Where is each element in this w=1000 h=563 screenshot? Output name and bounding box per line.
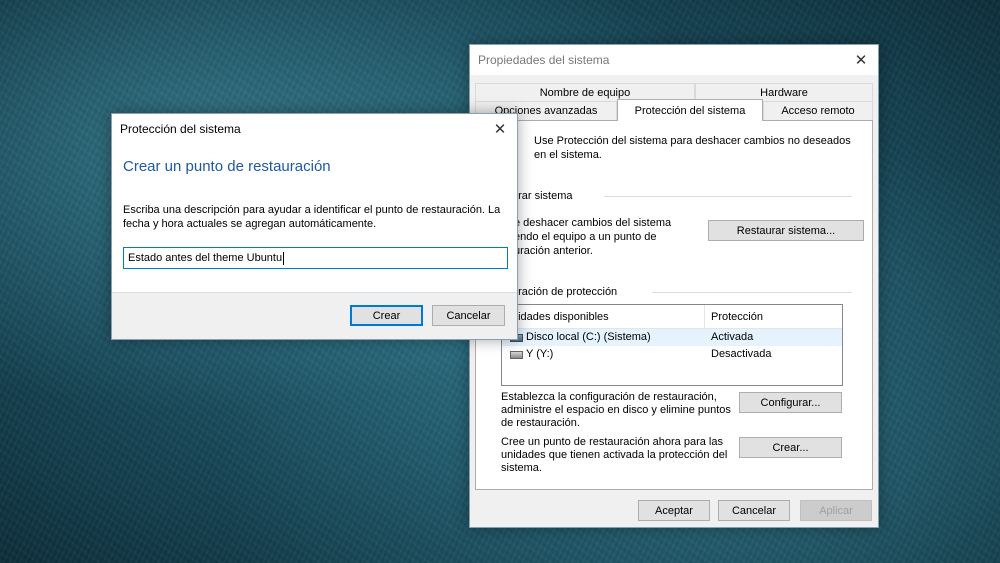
system-protection-panel: Use Protección del sistema para deshacer… <box>475 120 873 490</box>
drives-list-header: nidades disponibles Protección <box>502 305 842 329</box>
text-caret <box>283 251 285 265</box>
dialog-title: Protección del sistema <box>120 122 241 136</box>
create-description: Cree un punto de restauración ahora para… <box>501 436 728 474</box>
tab-acceso-remoto[interactable]: Acceso remoto <box>763 101 873 120</box>
drive-row-y[interactable]: Y (Y:) Desactivada <box>502 346 842 363</box>
configure-button[interactable]: Configurar... <box>739 392 842 413</box>
dialog-description: Escriba una descripción para ayudar a id… <box>123 204 501 230</box>
restore-point-description-input[interactable]: Estado antes del theme Ubuntu <box>123 247 508 269</box>
column-available-drives[interactable]: nidades disponibles <box>512 311 609 323</box>
protection-group-label: uración de protección <box>512 286 618 298</box>
protection-group-divider <box>652 292 852 293</box>
restore-group-label: urar sistema <box>512 190 573 202</box>
configure-description: Establezca la configuración de restaurac… <box>501 391 731 429</box>
restore-description: e deshacer cambios del sistema endo el e… <box>514 217 672 257</box>
removable-drive-icon <box>510 351 523 359</box>
system-properties-titlebar: Propiedades del sistema ✕ <box>470 45 878 75</box>
intro-text: Use Protección del sistema para deshacer… <box>534 135 851 161</box>
close-icon[interactable]: ✕ <box>844 45 878 75</box>
restore-group-divider <box>604 196 852 197</box>
restore-system-button[interactable]: Restaurar sistema... <box>708 220 864 241</box>
drive-row-c[interactable]: Disco local (C:) (Sistema) Activada <box>502 329 842 346</box>
ok-button[interactable]: Aceptar <box>638 500 710 521</box>
dialog-heading: Crear un punto de restauración <box>123 158 331 175</box>
dialog-footer: Crear Cancelar <box>112 292 517 339</box>
dialog-body: Crear un punto de restauración Escriba u… <box>112 144 517 292</box>
drives-list[interactable]: nidades disponibles Protección Disco loc… <box>501 304 843 386</box>
system-properties-title: Propiedades del sistema <box>478 53 610 67</box>
close-icon[interactable]: ✕ <box>483 114 517 144</box>
dialog-titlebar: Protección del sistema ✕ <box>112 114 517 144</box>
cancel-button[interactable]: Cancelar <box>718 500 790 521</box>
system-properties-window: Propiedades del sistema ✕ Nombre de equi… <box>469 44 879 528</box>
create-button[interactable]: Crear <box>350 305 423 326</box>
dialog-cancel-button[interactable]: Cancelar <box>432 305 505 326</box>
create-restore-point-button[interactable]: Crear... <box>739 437 842 458</box>
apply-button[interactable]: Aplicar <box>800 500 872 521</box>
tab-proteccion-del-sistema[interactable]: Protección del sistema <box>617 99 763 121</box>
create-restore-point-dialog: Protección del sistema ✕ Crear un punto … <box>111 113 518 340</box>
column-protection[interactable]: Protección <box>711 311 763 323</box>
